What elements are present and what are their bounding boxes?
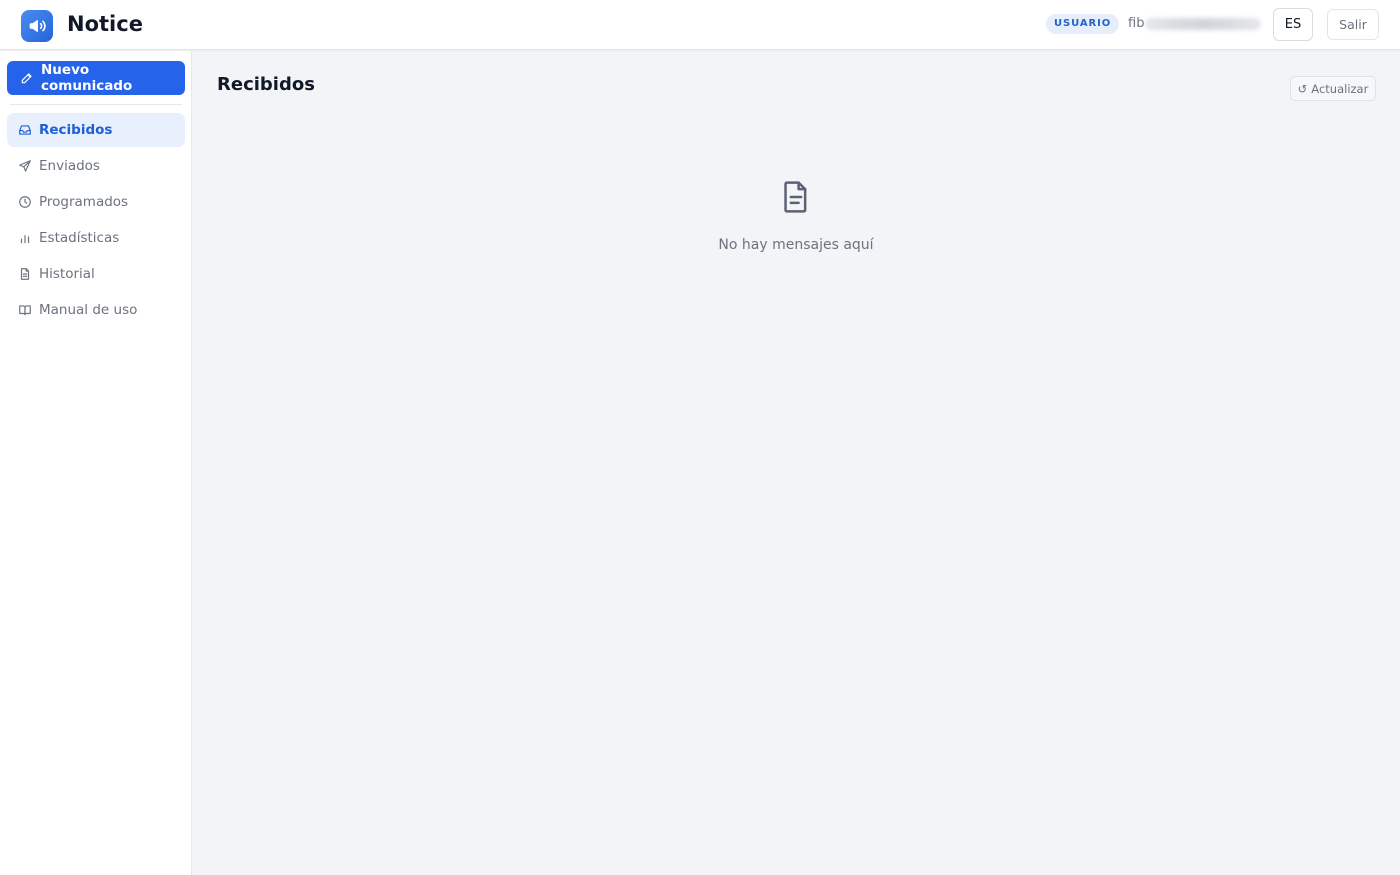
document-icon <box>17 267 32 282</box>
sidebar-item-enviados[interactable]: Enviados <box>7 149 185 183</box>
clock-icon <box>17 195 32 210</box>
sidebar: Nuevo comunicado Recibidos Enviados Prog… <box>0 51 192 875</box>
sidebar-item-estadisticas[interactable]: Estadísticas <box>7 221 185 255</box>
book-icon <box>17 303 32 318</box>
sidebar-item-historial[interactable]: Historial <box>7 257 185 291</box>
sidebar-item-label: Estadísticas <box>39 230 120 246</box>
email-redaction <box>1145 17 1262 30</box>
empty-state-text: No hay mensajes aquí <box>718 237 874 253</box>
page-title: Recibidos <box>217 74 315 95</box>
inbox-icon <box>17 123 32 138</box>
app-title: Notice <box>67 12 143 36</box>
sidebar-item-label: Programados <box>39 194 129 210</box>
logout-button[interactable]: Salir <box>1327 9 1379 40</box>
pencil-icon <box>19 71 34 86</box>
sidebar-item-label: Recibidos <box>39 122 113 138</box>
new-notice-button[interactable]: Nuevo comunicado <box>7 61 185 95</box>
sidebar-item-label: Enviados <box>39 158 100 174</box>
sidebar-item-programados[interactable]: Programados <box>7 185 185 219</box>
user-email-text: fib <box>1128 16 1145 31</box>
sidebar-item-recibidos[interactable]: Recibidos <box>7 113 185 147</box>
language-button[interactable]: ES <box>1273 8 1313 41</box>
send-icon <box>17 159 32 174</box>
user-email: fib <box>1128 15 1262 33</box>
sidebar-item-manual[interactable]: Manual de uso <box>7 293 185 327</box>
megaphone-icon[interactable] <box>21 10 53 42</box>
refresh-label: Actualizar <box>1311 81 1369 96</box>
top-bar: Notice USUARIO fib ES Salir <box>0 0 1400 50</box>
document-icon <box>780 180 812 214</box>
sidebar-item-label: Manual de uso <box>39 302 138 318</box>
bar-chart-icon <box>17 231 32 246</box>
refresh-icon: ↺ <box>1297 81 1308 96</box>
sidebar-divider <box>10 104 182 105</box>
new-notice-label: Nuevo comunicado <box>41 62 133 94</box>
refresh-button[interactable]: ↺ Actualizar <box>1290 76 1376 101</box>
role-badge: USUARIO <box>1046 14 1120 34</box>
sidebar-nav: Recibidos Enviados Programados Estadísti… <box>7 113 185 329</box>
sidebar-item-label: Historial <box>39 266 95 282</box>
